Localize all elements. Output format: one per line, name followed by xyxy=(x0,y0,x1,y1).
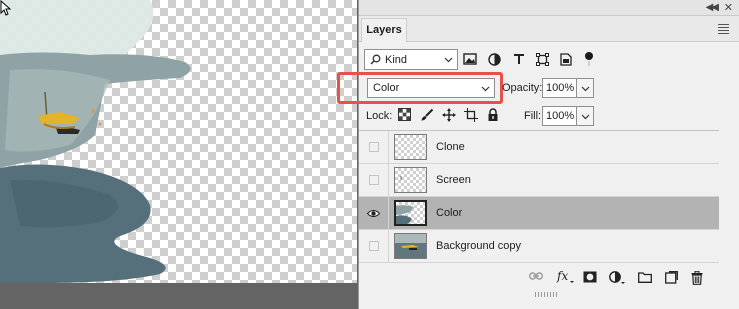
fill-dropdown-button[interactable] xyxy=(577,106,594,126)
layer-name[interactable]: Screen xyxy=(436,174,471,186)
layer-style-fx-icon[interactable]: fx xyxy=(556,268,574,284)
lock-artboard-icon[interactable] xyxy=(464,108,478,122)
chevron-down-icon xyxy=(581,86,589,91)
layer-thumbnail xyxy=(394,233,427,259)
filter-adjustment-layers-icon[interactable] xyxy=(488,53,501,66)
lock-transparent-pixels-icon[interactable] xyxy=(398,108,411,121)
filter-shape-layers-icon[interactable] xyxy=(536,53,549,66)
document-canvas[interactable] xyxy=(0,0,357,283)
panel-title-bar: ◀◀ ✕ xyxy=(359,0,739,16)
fill-input[interactable]: 100% xyxy=(542,106,577,126)
layers-panel: ◀◀ ✕ Layers Kind Color Opacity: 100% Loc… xyxy=(337,0,739,309)
chevron-down-icon xyxy=(581,114,589,119)
visibility-toggle[interactable] xyxy=(359,197,389,229)
layer-thumbnail xyxy=(394,200,427,226)
close-panel-icon[interactable]: ✕ xyxy=(724,1,733,14)
layer-thumbnail xyxy=(394,134,427,160)
panel-resize-grip[interactable] xyxy=(535,292,557,297)
opacity-label: Opacity: xyxy=(502,82,543,94)
svg-text:fx: fx xyxy=(556,269,568,283)
filter-type-layers-icon[interactable] xyxy=(513,53,525,65)
link-layers-icon[interactable] xyxy=(529,271,543,281)
layer-row-color[interactable]: Color xyxy=(359,197,719,230)
layer-filter-row: Kind xyxy=(359,48,739,72)
visibility-toggle[interactable] xyxy=(359,164,389,196)
layer-name[interactable]: Background copy xyxy=(436,240,521,252)
visibility-off-box xyxy=(368,142,379,152)
blend-mode-select[interactable]: Color xyxy=(367,78,495,98)
new-adjustment-layer-icon[interactable] xyxy=(609,271,625,285)
lock-row: Lock: Fill: 100% xyxy=(359,104,739,128)
filter-kind-select[interactable]: Kind xyxy=(364,49,458,70)
opacity-dropdown-button[interactable] xyxy=(577,78,594,98)
layers-scrollbar[interactable] xyxy=(721,130,738,262)
layer-row-background-copy[interactable]: Background copy xyxy=(359,230,719,263)
layer-name[interactable]: Color xyxy=(436,207,462,219)
add-mask-icon[interactable] xyxy=(583,271,597,283)
new-layer-icon[interactable] xyxy=(665,271,678,284)
layer-name[interactable]: Clone xyxy=(436,141,465,153)
panel-menu-icon[interactable] xyxy=(718,24,729,36)
filter-smart-objects-icon[interactable] xyxy=(560,53,572,66)
layers-bottom-toolbar: fx xyxy=(359,265,739,291)
visibility-toggle[interactable] xyxy=(359,131,389,163)
lock-all-icon[interactable] xyxy=(487,108,499,122)
filter-toggle-icon[interactable] xyxy=(584,51,594,67)
panel-tab-row: Layers xyxy=(359,16,739,42)
blend-mode-value: Color xyxy=(373,82,400,94)
tab-layers[interactable]: Layers xyxy=(361,18,407,42)
arrow-cursor-icon xyxy=(0,0,12,16)
new-group-folder-icon[interactable] xyxy=(638,271,652,283)
layer-row-screen[interactable]: Screen xyxy=(359,164,719,197)
lock-label: Lock: xyxy=(366,110,393,122)
filter-pixel-layers-icon[interactable] xyxy=(463,53,477,65)
visibility-off-box xyxy=(368,175,379,185)
blend-mode-row: Color Opacity: 100% xyxy=(337,72,739,104)
opacity-input[interactable]: 100% xyxy=(542,78,577,98)
delete-layer-icon[interactable] xyxy=(691,271,703,285)
lock-image-pixels-icon[interactable] xyxy=(420,108,434,122)
layers-list: Clone Screen Color Background copy xyxy=(359,130,719,263)
layer-thumbnail xyxy=(394,167,427,193)
chevron-down-icon xyxy=(481,86,490,91)
lock-position-icon[interactable] xyxy=(442,108,456,122)
canvas-artwork xyxy=(0,0,191,283)
filter-kind-label: Kind xyxy=(385,53,408,66)
visibility-off-box xyxy=(368,241,379,251)
fill-label: Fill: xyxy=(524,110,542,122)
search-icon xyxy=(370,54,381,65)
visibility-toggle[interactable] xyxy=(359,230,389,262)
eye-icon xyxy=(367,209,380,217)
collapse-panel-icon[interactable]: ◀◀ xyxy=(706,2,719,13)
layer-row-clone[interactable]: Clone xyxy=(359,131,719,164)
chevron-down-icon xyxy=(444,57,453,63)
